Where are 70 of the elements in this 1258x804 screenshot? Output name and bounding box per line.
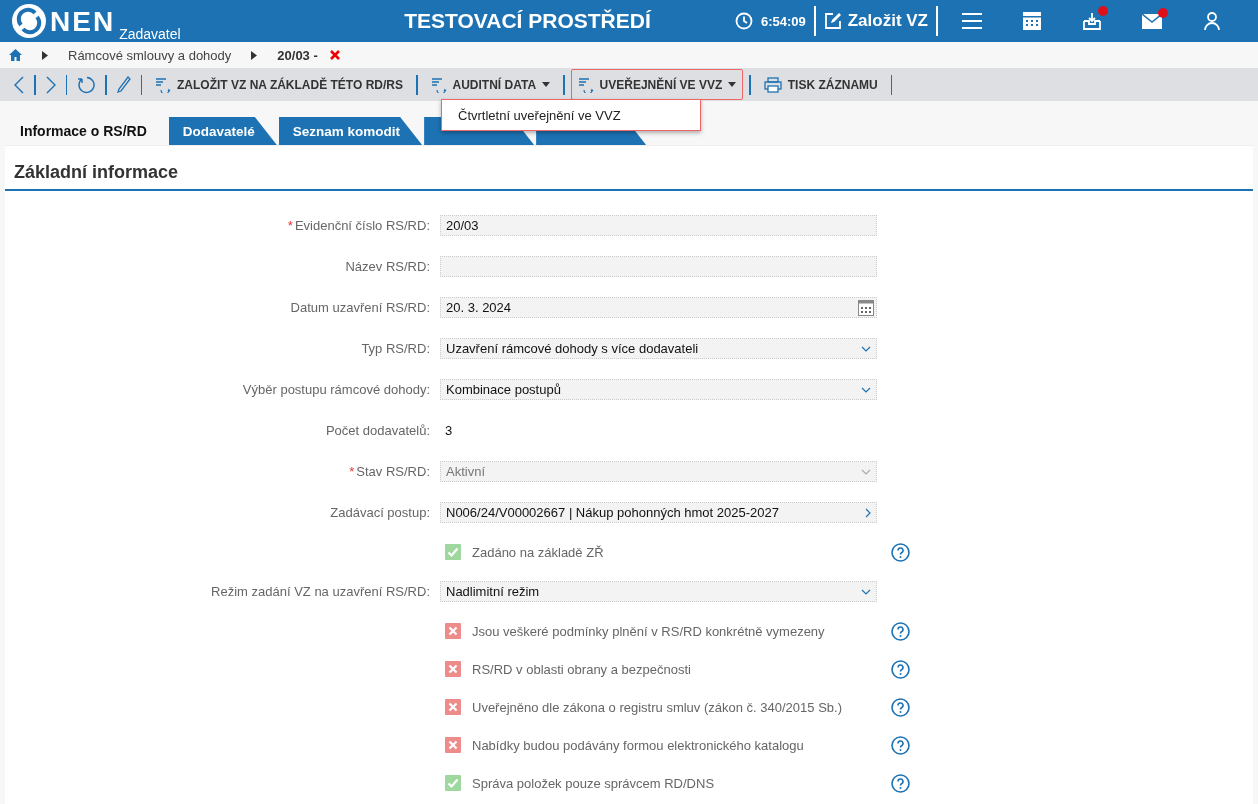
- checkbox[interactable]: [445, 775, 461, 791]
- checkbox-label: Správa položek pouze správcem RD/DNS: [472, 775, 716, 791]
- field-label: Datum uzavření RS/RD:: [290, 300, 430, 315]
- input-field[interactable]: [440, 256, 877, 277]
- separator-icon: [42, 50, 48, 60]
- field-label: Režim zadání VZ na uzavření RS/RD:: [211, 584, 430, 599]
- logo-icon: [12, 4, 46, 38]
- checkbox[interactable]: [445, 699, 461, 715]
- list-icon: [155, 76, 171, 93]
- field-value: 3: [444, 423, 453, 438]
- select-field[interactable]: N006/24/V00002667 | Nákup pohonných hmot 2025-2027: [440, 502, 877, 523]
- environment-title: TESTOVACÍ PROSTŘEDÍ: [403, 9, 653, 33]
- tab[interactable]: Dodavatelé: [168, 117, 277, 145]
- home-icon[interactable]: [9, 49, 22, 61]
- field-label: *Stav RS/RD:: [349, 464, 430, 479]
- section-title: Základní informace: [5, 146, 1253, 191]
- checkbox-label: Jsou veškeré podmínky plnění v RS/RD konkrétně vymezeny: [472, 623, 826, 639]
- tab[interactable]: Seznam komodit: [278, 117, 423, 145]
- close-icon[interactable]: [329, 50, 340, 60]
- field-label: Zadávací postup:: [330, 505, 430, 520]
- calendar-icon[interactable]: [858, 299, 874, 316]
- chevron-icon[interactable]: [865, 507, 871, 518]
- printer-icon: [763, 76, 782, 93]
- create-button[interactable]: Založit VZ: [823, 11, 928, 31]
- logo-text: NEN: [50, 6, 116, 38]
- select-field[interactable]: Uzavření rámcové dohody s více dodavateli: [440, 338, 877, 359]
- checkbox[interactable]: [445, 661, 461, 677]
- toolbar-button[interactable]: TISK ZÁZNAMU: [756, 69, 885, 100]
- select-field[interactable]: Nadlimitní režim: [440, 581, 877, 602]
- toolbar-button[interactable]: AUDITNÍ DATA: [423, 69, 558, 100]
- checkbox-label: Nabídky budou podávány formou elektronického katalogu: [472, 737, 805, 753]
- calculator-icon[interactable]: [1023, 12, 1041, 30]
- menu-item[interactable]: Čtvrtletní uveřejnění ve VVZ: [442, 107, 621, 123]
- help-icon[interactable]: [891, 659, 910, 679]
- help-icon[interactable]: [891, 735, 910, 755]
- chevron-icon[interactable]: [861, 345, 871, 352]
- checkbox-label: RS/RD v oblasti obrany a bezpečnosti: [472, 661, 692, 677]
- breadcrumb-link[interactable]: Rámcové smlouvy a dohody: [68, 47, 232, 63]
- breadcrumb-link[interactable]: 20/03 -: [277, 47, 318, 63]
- logo-subtitle: Zadavatel: [119, 26, 181, 42]
- field-label: *Evidenční číslo RS/RD:: [287, 218, 430, 233]
- input-field[interactable]: 20/03: [440, 215, 877, 236]
- date-field[interactable]: 20. 3. 2024: [440, 297, 877, 318]
- menu-icon[interactable]: [962, 13, 982, 29]
- select-field[interactable]: Kombinace postupů: [440, 379, 877, 400]
- chevron-icon[interactable]: [861, 588, 871, 595]
- edit-icon: [823, 12, 842, 30]
- help-icon[interactable]: [891, 697, 910, 717]
- toolbar-button[interactable]: ZALOŽIT VZ NA ZÁKLADĚ TÉTO RD/RS: [148, 69, 410, 100]
- list-icon: [430, 76, 447, 93]
- mail-icon[interactable]: [1142, 13, 1162, 29]
- checkbox-label: Zadáno na základě ZŘ: [472, 544, 605, 560]
- help-icon[interactable]: [891, 542, 910, 562]
- clock-icon: [734, 12, 753, 30]
- field-label: Počet dodavatelů:: [325, 423, 430, 438]
- checkbox[interactable]: [445, 623, 461, 639]
- field-label: Výběr postupu rámcové dohody:: [242, 382, 430, 397]
- field-label: Název RS/RD:: [345, 259, 430, 274]
- separator-icon: [251, 50, 258, 60]
- session-time: 6:54:09: [760, 13, 806, 29]
- checkbox[interactable]: [445, 737, 461, 753]
- help-icon[interactable]: [891, 773, 910, 793]
- help-icon[interactable]: [891, 621, 910, 641]
- chevron-icon[interactable]: [861, 386, 871, 393]
- user-icon[interactable]: [1204, 12, 1220, 30]
- list-icon: [577, 76, 594, 93]
- checkbox-label: Uveřejněno dle zákona o registru smluv (zákon č. 340/2015 Sb.): [472, 699, 843, 715]
- field-label: Typ RS/RD:: [361, 341, 430, 356]
- checkbox[interactable]: [445, 544, 461, 560]
- inbox-icon[interactable]: [1083, 12, 1101, 30]
